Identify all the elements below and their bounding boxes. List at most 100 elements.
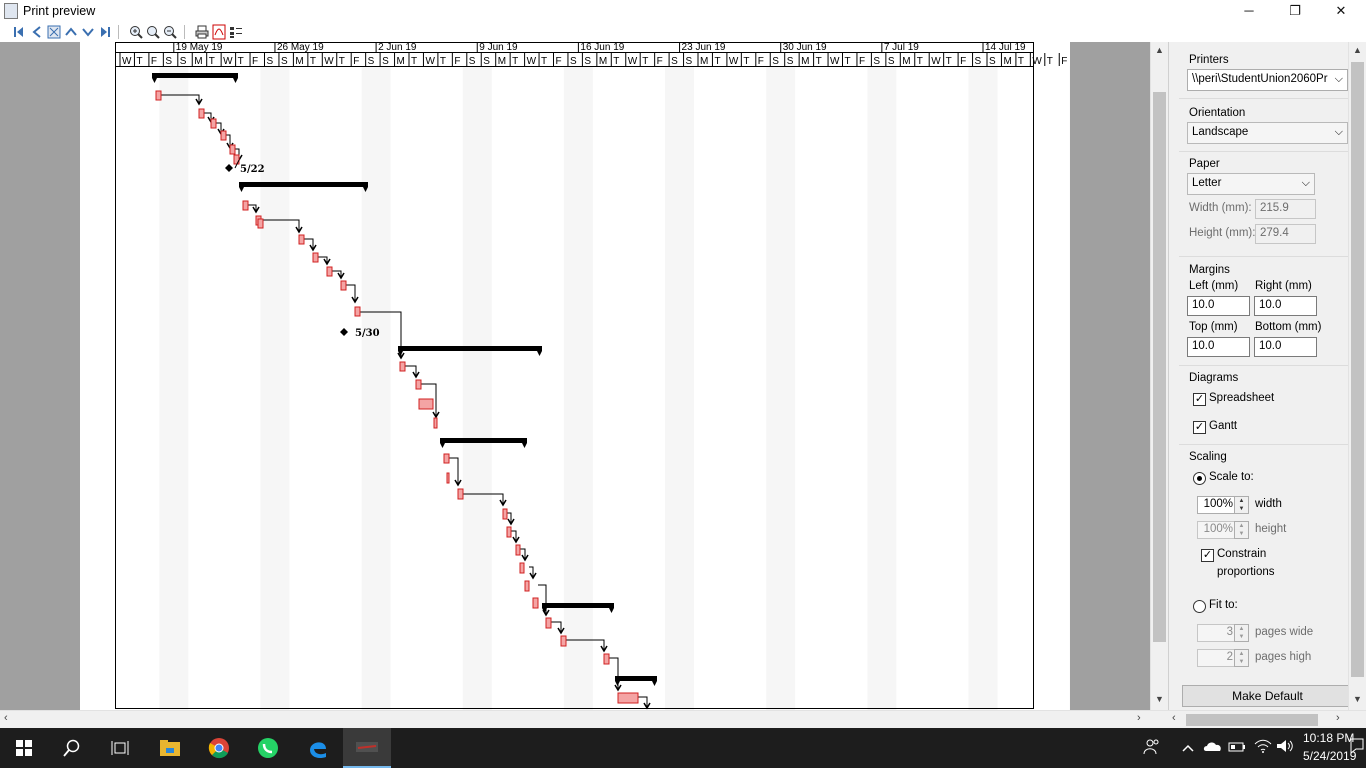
summary-bar	[615, 676, 657, 681]
close-button[interactable]: ✕	[1318, 0, 1364, 22]
task-view-icon[interactable]	[96, 728, 144, 768]
scale-to-radio[interactable]	[1193, 472, 1206, 485]
day-letter: W	[223, 56, 233, 67]
margin-right-field[interactable]: 10.0	[1254, 296, 1317, 316]
zoom-in-icon[interactable]	[128, 23, 144, 40]
panel-hscroll-thumb[interactable]	[1186, 714, 1318, 726]
weekend-shade	[361, 66, 391, 710]
show-hidden-icons-icon[interactable]	[1182, 741, 1194, 755]
chrome-icon[interactable]	[195, 728, 243, 768]
weekend-shade	[462, 66, 492, 710]
settings-icon[interactable]	[228, 23, 244, 40]
day-letter: M	[397, 56, 405, 67]
windows-start-icon[interactable]	[0, 728, 48, 768]
margins-label: Margins	[1189, 264, 1230, 276]
edge-icon[interactable]	[294, 728, 342, 768]
day-letter: F	[960, 56, 966, 67]
scale-width-spinner[interactable]: 100%	[1197, 496, 1237, 514]
last-page-icon[interactable]	[97, 23, 113, 40]
margin-left-field[interactable]: 10.0	[1187, 296, 1250, 316]
battery-icon[interactable]	[1228, 741, 1246, 755]
day-letter: S	[787, 56, 794, 67]
milestone-label: 5/30	[355, 328, 380, 339]
margin-top-label: Top (mm)	[1189, 321, 1238, 333]
task-bar	[446, 472, 450, 484]
milestone-diamond	[340, 328, 348, 336]
day-letter: T	[816, 56, 822, 67]
day-letter: M	[498, 56, 506, 67]
summary-bar	[542, 603, 614, 608]
preview-vscroll-thumb[interactable]	[1153, 92, 1166, 642]
wifi-icon[interactable]	[1254, 739, 1272, 756]
printers-label: Printers	[1189, 54, 1229, 66]
chevron-down-icon: ⌵	[1334, 126, 1343, 138]
margin-bottom-label: Bottom (mm)	[1255, 321, 1322, 333]
task-bar	[433, 417, 438, 429]
maximize-button[interactable]: ❐	[1272, 0, 1318, 22]
margin-top-field[interactable]: 10.0	[1187, 337, 1250, 357]
onedrive-icon[interactable]	[1203, 740, 1223, 755]
task-bar	[519, 562, 525, 574]
panel-vscroll-thumb[interactable]	[1351, 62, 1364, 677]
day-letter: F	[454, 56, 460, 67]
preview-horizontal-scrollbar[interactable]: ‹ ›	[0, 710, 1168, 728]
panel-vertical-scrollbar[interactable]: ▲ ▼	[1348, 42, 1366, 710]
margin-bottom-field[interactable]: 10.0	[1254, 337, 1317, 357]
paper-select[interactable]: Letter ⌵	[1187, 173, 1315, 195]
pdf-icon[interactable]	[211, 23, 227, 40]
week-label: 9 Jun 19	[479, 42, 518, 53]
panel-horizontal-scrollbar[interactable]: ‹ ›	[1168, 710, 1366, 728]
summary-bar	[152, 73, 238, 78]
printers-select[interactable]: \\peri\StudentUnion2060Pr ⌵	[1187, 69, 1348, 91]
print-icon[interactable]	[194, 23, 210, 40]
search-icon[interactable]	[48, 728, 96, 768]
orientation-select[interactable]: Landscape ⌵	[1187, 122, 1348, 144]
day-letter: F	[758, 56, 764, 67]
constrain-proportions-checkbox[interactable]: ✓	[1201, 549, 1214, 562]
week-label: 14 Jul 19	[985, 42, 1026, 53]
weekend-shade	[260, 66, 290, 710]
day-letter: T	[136, 56, 142, 67]
task-bar	[326, 266, 333, 277]
task-bar	[418, 398, 434, 410]
scroll-down-icon[interactable]	[80, 23, 96, 40]
notifications-icon[interactable]	[1350, 738, 1364, 757]
whatsapp-icon[interactable]	[244, 728, 292, 768]
title-bar: Print preview ─ ❐ ✕	[0, 0, 1366, 22]
week-label: 19 May 19	[176, 42, 223, 53]
week-label: 16 Jun 19	[580, 42, 624, 53]
minimize-button[interactable]: ─	[1226, 0, 1272, 22]
clock-date[interactable]: 5/24/2019	[1303, 749, 1356, 763]
volume-icon[interactable]	[1276, 739, 1294, 756]
weekend-shade	[968, 66, 998, 710]
fit-to-radio[interactable]	[1193, 600, 1206, 613]
day-letter: T	[917, 56, 923, 67]
preview-vertical-scrollbar[interactable]: ▲ ▼	[1150, 42, 1168, 710]
preview-area[interactable]: 19 May 19 26 May 19 2 Jun 19 9 Jun 19 16 Jun…	[0, 42, 1168, 710]
paper-width-field: 215.9	[1255, 199, 1316, 219]
clock-time[interactable]: 10:18 PM	[1303, 731, 1354, 745]
people-icon[interactable]	[1143, 738, 1161, 759]
task-bar	[220, 130, 227, 141]
task-bar	[399, 361, 406, 372]
day-letter: M	[902, 56, 910, 67]
file-explorer-icon[interactable]	[146, 728, 194, 768]
pages-high-spin-buttons: ▲ ▼	[1234, 649, 1249, 667]
spreadsheet-checkbox[interactable]: ✓	[1193, 393, 1206, 406]
java-app-icon[interactable]	[343, 728, 391, 768]
preview-page: 19 May 19 26 May 19 2 Jun 19 9 Jun 19 16 Jun…	[80, 42, 1125, 710]
gantt-checkbox[interactable]: ✓	[1193, 421, 1206, 434]
zoom-reset-icon[interactable]	[145, 23, 161, 40]
first-page-icon[interactable]	[12, 23, 28, 40]
make-default-button[interactable]: Make Default	[1182, 685, 1353, 707]
zoom-out-icon[interactable]	[162, 23, 178, 40]
fit-page-icon[interactable]	[46, 23, 62, 40]
scale-width-spin-buttons[interactable]: ▲ ▼	[1234, 496, 1249, 514]
fit-to-label: Fit to:	[1209, 599, 1238, 611]
previous-page-icon[interactable]	[29, 23, 45, 40]
day-letter: T	[339, 56, 345, 67]
scroll-up-icon[interactable]	[63, 23, 79, 40]
day-letter: S	[989, 56, 996, 67]
task-bar	[502, 508, 508, 520]
day-letter: M	[700, 56, 708, 67]
